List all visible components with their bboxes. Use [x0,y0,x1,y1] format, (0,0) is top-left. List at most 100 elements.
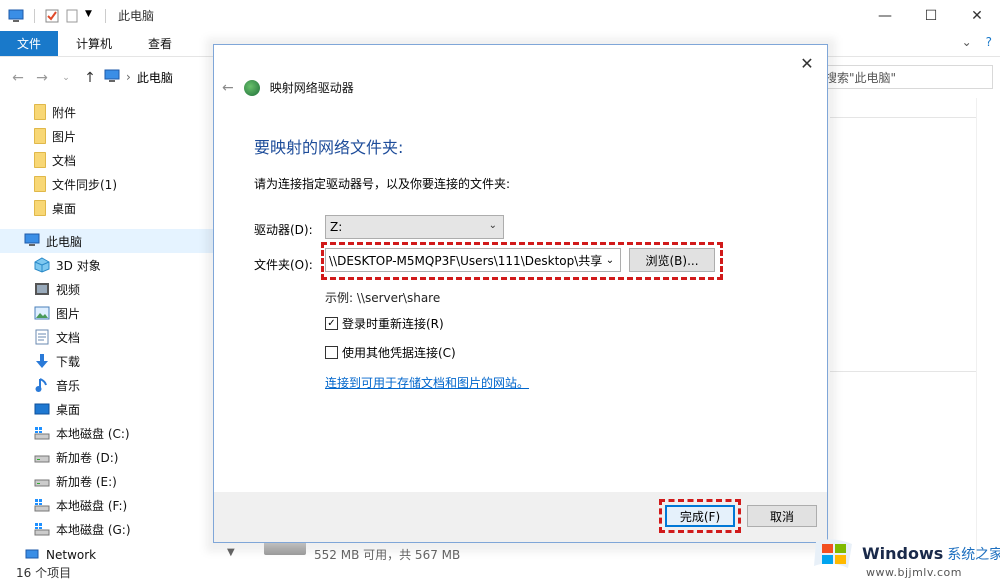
back-arrow-icon[interactable]: ← [222,80,234,96]
pictures-icon [34,305,50,321]
sidebar-item-label: 音乐 [56,378,81,393]
separator [105,8,106,23]
sidebar-item-label: 桌面 [52,201,77,216]
close-window-button[interactable]: ✕ [954,0,1000,31]
drive-letter-select[interactable]: Z: ⌄ [325,215,504,239]
dialog-heading: 要映射的网络文件夹: [254,138,404,157]
watermark-brand: Windows 系统之家 [862,544,1000,564]
navigation-pane: 附件 图片 文档 文件同步(1) 桌面 此电脑 3D 对象 视频 图片 文档 下… [0,100,240,560]
sidebar-item-label: 文档 [52,153,77,168]
chevron-down-icon[interactable]: ⌄ [602,249,618,271]
sidebar-item-drive-f[interactable]: 本地磁盘 (F:) [0,493,240,517]
folder-icon [34,128,46,144]
sidebar-item-pictures-quick[interactable]: 图片 [0,124,240,148]
chevron-down-icon[interactable]: ▼ [85,9,95,23]
maximize-button[interactable]: ☐ [908,0,954,31]
sidebar-item-pictures[interactable]: 图片 [0,301,240,325]
breadcrumb-separator-icon: › [126,70,131,84]
sidebar-item-label: 文件同步(1) [52,177,117,192]
minimize-button[interactable]: — [862,0,908,31]
sidebar-item-drive-d[interactable]: 新加卷 (D:) [0,445,240,469]
3d-objects-icon [34,257,50,273]
divider [830,117,976,118]
ribbon-controls: ⌄ ? [962,35,992,49]
computer-icon [8,9,24,23]
windows-logo-icon [814,539,852,568]
new-folder-icon[interactable] [65,9,81,23]
chevron-down-icon[interactable]: ⌄ [962,35,972,49]
computer-icon [104,69,120,86]
sidebar-item-downloads[interactable]: 下载 [0,349,240,373]
computer-icon [24,233,40,249]
cancel-button[interactable]: 取消 [747,505,817,527]
sidebar-item-3d-objects[interactable]: 3D 对象 [0,253,240,277]
chevron-down-icon: ⌄ [488,220,497,231]
other-credentials-checkbox-row[interactable]: 使用其他凭据连接(C) [325,344,456,361]
help-icon[interactable]: ? [986,35,992,49]
sidebar-item-music[interactable]: 音乐 [0,373,240,397]
storage-website-link[interactable]: 连接到可用于存储文档和图片的网站。 [325,374,529,391]
sidebar-item-sync[interactable]: 文件同步(1) [0,172,240,196]
sidebar-item-desktop-quick[interactable]: 桌面 [0,196,240,220]
sidebar-item-desktop[interactable]: 桌面 [0,397,240,421]
sidebar-item-label: 图片 [56,306,81,321]
windows-drive-icon [34,521,50,537]
sidebar-item-attachments[interactable]: 附件 [0,100,240,124]
breadcrumb[interactable]: 此电脑 [137,69,173,86]
window-controls: — ☐ ✕ [862,0,1000,31]
browse-button[interactable]: 浏览(B)... [629,248,715,272]
back-arrow-icon[interactable]: ← [6,70,30,86]
title-bar: ▼ 此电脑 — ☐ ✕ [0,0,1000,31]
reconnect-checkbox[interactable]: ✓ [325,317,338,330]
tab-computer[interactable]: 计算机 [58,31,130,56]
tab-view[interactable]: 查看 [130,31,190,56]
reconnect-checkbox-row[interactable]: ✓ 登录时重新连接(R) [325,315,444,332]
sidebar-item-label: 本地磁盘 (F:) [56,498,128,513]
sidebar-item-label: 文档 [56,330,81,345]
sidebar-item-drive-g[interactable]: 本地磁盘 (G:) [0,517,240,541]
sidebar-item-drive-e[interactable]: 新加卷 (E:) [0,469,240,493]
reconnect-label: 登录时重新连接(R) [342,317,444,331]
sidebar-item-this-pc[interactable]: 此电脑 [0,229,240,253]
other-credentials-label: 使用其他凭据连接(C) [342,346,456,360]
watermark-brand-en: Windows [862,544,944,563]
watermark: Windows 系统之家 www.bjjmlv.com [806,528,1000,584]
tab-file[interactable]: 文件 [0,31,59,56]
window-title: 此电脑 [118,9,155,23]
sidebar-item-label: 本地磁盘 (G:) [56,522,131,537]
sidebar-item-drive-c[interactable]: 本地磁盘 (C:) [0,421,240,445]
network-icon [24,548,40,560]
sidebar-item-label: 此电脑 [46,234,83,249]
music-icon [34,377,50,393]
up-arrow-icon[interactable]: ↑ [78,70,102,86]
watermark-url: www.bjjmlv.com [866,566,962,579]
video-icon [34,281,50,297]
sidebar-item-documents[interactable]: 文档 [0,325,240,349]
sidebar-item-label: 3D 对象 [56,258,101,273]
content-scrollbar[interactable] [976,98,1000,558]
sidebar-item-videos[interactable]: 视频 [0,277,240,301]
sidebar-item-label: 附件 [52,105,77,120]
folder-path-input[interactable]: \\DESKTOP-M5MQP3F\Users\111\Desktop\共享 ⌄ [325,248,621,272]
windows-drive-icon [34,497,50,513]
download-icon [34,353,50,369]
drive-label: 驱动器(D): [254,223,313,237]
properties-icon[interactable] [45,9,61,23]
sidebar-item-label: 下载 [56,354,81,369]
example-text: 示例: \\server\share [325,291,441,305]
finish-button[interactable]: 完成(F) [665,505,735,527]
drive-icon [34,449,50,465]
dialog-header: ← 映射网络驱动器 [222,79,354,96]
recent-chevron-icon[interactable]: ⌄ [54,73,78,83]
close-icon[interactable]: ✕ [795,51,819,75]
other-credentials-checkbox[interactable] [325,346,338,359]
sidebar-item-label: 新加卷 (E:) [56,474,117,489]
search-input[interactable]: 搜索"此电脑" [818,65,993,89]
quick-access-toolbar: ▼ [0,8,112,23]
forward-arrow-icon[interactable]: → [30,70,54,86]
sidebar-item-documents-quick[interactable]: 文档 [0,148,240,172]
watermark-brand-cn: 系统之家 [947,547,1000,563]
sidebar-item-network[interactable]: Network [0,548,240,560]
drive-icon [34,473,50,489]
sidebar-item-label: 桌面 [56,402,81,417]
